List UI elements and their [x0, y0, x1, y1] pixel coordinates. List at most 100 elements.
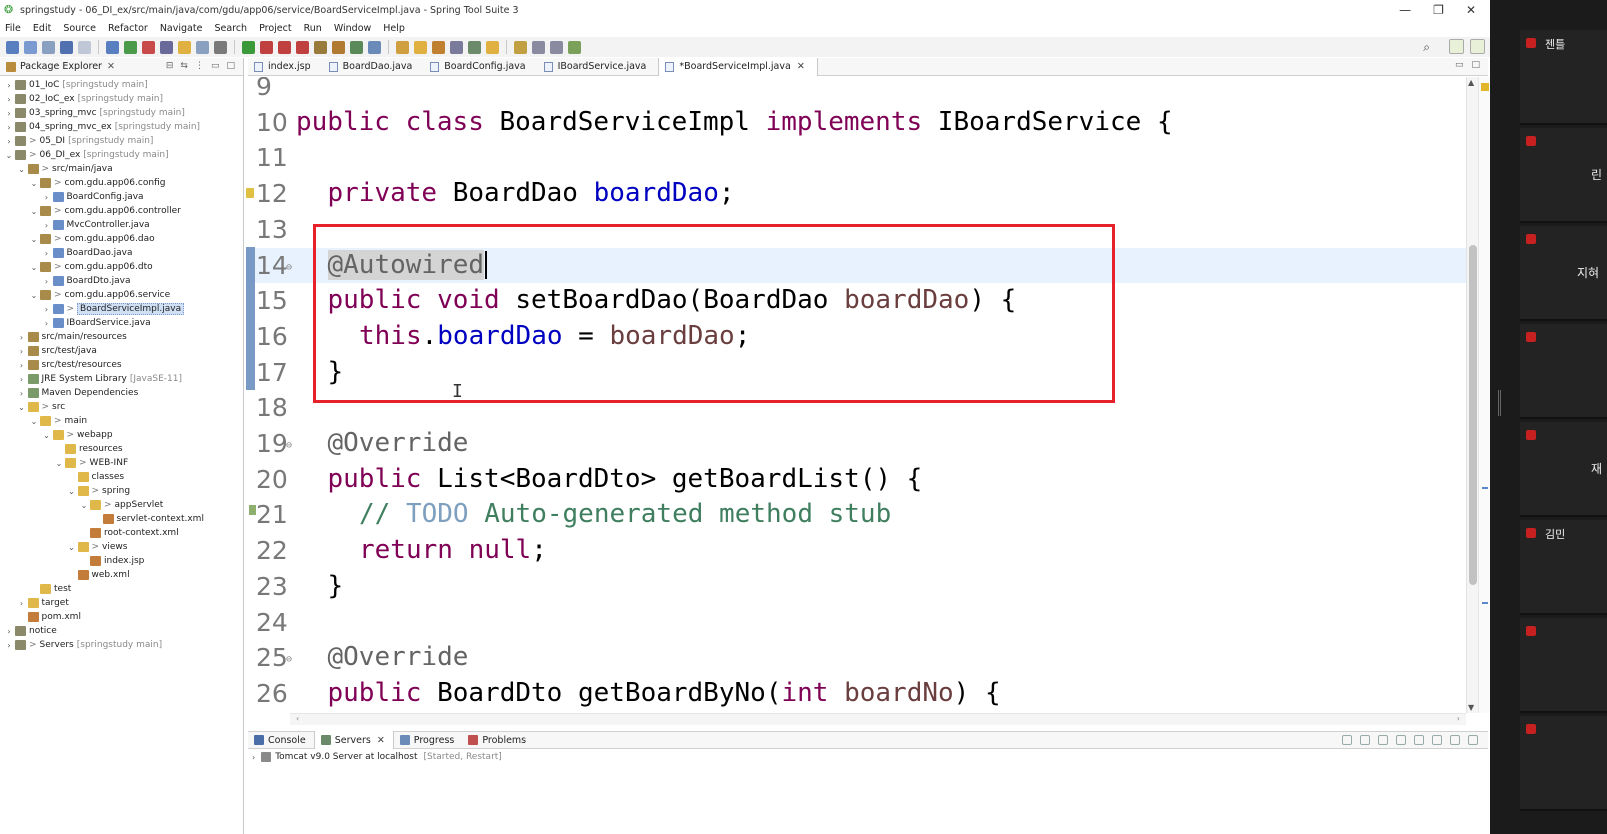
open-perspective-icon[interactable] — [1449, 39, 1464, 54]
menu-item-navigate[interactable]: Navigate — [160, 23, 203, 34]
tree-item[interactable]: › BoardDao.java — [0, 246, 243, 260]
tree-item[interactable]: › BoardDto.java — [0, 274, 243, 288]
participant-tile[interactable]: 린 — [1520, 128, 1607, 223]
toolbar-action-icon[interactable] — [468, 40, 481, 54]
code-line[interactable]: 17} — [246, 355, 1466, 391]
toolbar-action-icon[interactable] — [124, 40, 137, 54]
expand-icon[interactable]: › — [252, 753, 255, 762]
expand-chevron-icon[interactable]: › — [4, 109, 14, 118]
menu-item-help[interactable]: Help — [383, 23, 405, 34]
toolbar-action-icon[interactable] — [332, 40, 345, 54]
collapse-all-icon[interactable]: ⊟ — [166, 61, 174, 71]
debug-server-icon[interactable] — [1360, 735, 1370, 745]
tree-item[interactable]: ⌄ > com.gdu.app06.service — [0, 288, 243, 302]
code-line[interactable]: 9 — [246, 77, 1466, 105]
warning-marker-icon[interactable] — [1481, 83, 1489, 91]
toolbar-action-icon[interactable] — [486, 40, 499, 54]
tree-item[interactable]: ⌄ > src — [0, 400, 243, 414]
scroll-down-icon[interactable]: ▼ — [1468, 703, 1474, 712]
toolbar-action-icon[interactable] — [60, 40, 73, 54]
tree-item[interactable]: resources — [0, 442, 243, 456]
expand-chevron-icon[interactable]: › — [17, 333, 27, 342]
scroll-up-icon[interactable]: ▲ — [1468, 78, 1474, 87]
expand-chevron-icon[interactable]: › — [42, 305, 52, 314]
tree-item[interactable]: › src/test/resources — [0, 358, 243, 372]
tab-console[interactable]: Console — [248, 731, 314, 749]
editor-vertical-scrollbar[interactable]: ▲ ▼ — [1466, 77, 1478, 713]
tree-item[interactable]: ⌄ > main — [0, 414, 243, 428]
server-list-item[interactable]: › Tomcat v9.0 Server at localhost [Start… — [252, 750, 502, 764]
toolbar-action-icon[interactable] — [78, 40, 91, 54]
tree-item[interactable]: › IBoardService.java — [0, 316, 243, 330]
view-menu-icon[interactable]: ⋮ — [195, 61, 204, 71]
tree-item[interactable]: ⌄ > webapp — [0, 428, 243, 442]
collapse-chevron-icon[interactable]: ⌄ — [67, 487, 77, 496]
collapse-chevron-icon[interactable]: ⌄ — [17, 403, 27, 412]
minimize-icon[interactable]: ▭ — [211, 61, 220, 71]
tab-servers[interactable]: Servers ✕ — [313, 731, 394, 749]
expand-chevron-icon[interactable]: › — [4, 627, 14, 636]
code-line[interactable]: 22 return null; — [246, 533, 1466, 569]
warning-icon[interactable] — [246, 188, 254, 198]
toolbar-action-icon[interactable] — [260, 40, 273, 54]
occurrence-marker[interactable] — [1482, 487, 1488, 489]
spring-perspective-icon[interactable] — [1470, 39, 1485, 54]
resize-handle[interactable] — [1498, 390, 1501, 416]
collapse-chevron-icon[interactable]: ⌄ — [54, 459, 64, 468]
expand-chevron-icon[interactable]: › — [17, 361, 27, 370]
toolbar-action-icon[interactable] — [568, 40, 581, 54]
tree-item[interactable]: root-context.xml — [0, 526, 243, 540]
toolbar-action-icon[interactable] — [350, 40, 363, 54]
tree-item[interactable]: ⌄ > WEB-INF — [0, 456, 243, 470]
expand-chevron-icon[interactable]: › — [4, 95, 14, 104]
code-line[interactable]: 11 — [246, 140, 1466, 176]
toolbar-action-icon[interactable] — [396, 40, 409, 54]
tree-item[interactable]: ⌄ > spring — [0, 484, 243, 498]
tree-item[interactable]: ⌄ > com.gdu.app06.config — [0, 176, 243, 190]
tree-item[interactable]: web.xml — [0, 568, 243, 582]
participant-tile[interactable] — [1520, 716, 1607, 811]
toolbar-action-icon[interactable] — [160, 40, 173, 54]
tree-item[interactable]: test — [0, 582, 243, 596]
expand-chevron-icon[interactable]: › — [17, 599, 27, 608]
publish-icon[interactable] — [1432, 735, 1442, 745]
collapse-chevron-icon[interactable]: ⌄ — [4, 151, 14, 160]
menu-item-run[interactable]: Run — [304, 23, 322, 34]
expand-chevron-icon[interactable]: › — [42, 319, 52, 328]
tree-item[interactable]: › > Servers [springstudy main] — [0, 638, 243, 652]
menu-item-project[interactable]: Project — [259, 23, 292, 34]
collapse-chevron-icon[interactable]: ⌄ — [17, 165, 27, 174]
tree-item[interactable]: › notice — [0, 624, 243, 638]
menu-item-source[interactable]: Source — [63, 23, 96, 34]
minimize-icon[interactable] — [1450, 735, 1460, 745]
code-line[interactable]: 19 ⊖ @Override — [246, 426, 1466, 462]
collapse-chevron-icon[interactable]: ⌄ — [29, 291, 39, 300]
participant-tile[interactable] — [1520, 618, 1607, 713]
tree-item[interactable]: › BoardConfig.java — [0, 190, 243, 204]
collapse-chevron-icon[interactable]: ⌄ — [29, 263, 39, 272]
participant-tile[interactable]: 재 — [1520, 422, 1607, 517]
tree-item[interactable]: › JRE System Library [JavaSE-11] — [0, 372, 243, 386]
code-line[interactable]: 24 — [246, 605, 1466, 641]
stop-server-icon[interactable] — [1414, 735, 1424, 745]
minimize-button[interactable]: — — [1399, 0, 1411, 20]
code-line[interactable]: 12 private BoardDao boardDao; — [246, 176, 1466, 212]
tree-item[interactable]: ⌄ > com.gdu.app06.controller — [0, 204, 243, 218]
tree-item[interactable]: ⌄ > src/main/java — [0, 162, 243, 176]
tab-progress[interactable]: Progress — [394, 731, 463, 749]
toolbar-action-icon[interactable] — [42, 40, 55, 54]
code-editor[interactable]: 9 10 public class BoardServiceImpl impleme… — [246, 77, 1466, 713]
toolbar-action-icon[interactable] — [514, 40, 527, 54]
menu-item-refactor[interactable]: Refactor — [108, 23, 148, 34]
toolbar-action-icon[interactable] — [450, 40, 463, 54]
tree-item[interactable]: servlet-context.xml — [0, 512, 243, 526]
code-line[interactable]: 10 public class BoardServiceImpl implemen… — [246, 105, 1466, 141]
code-line[interactable]: 25 ⊖ @Override — [246, 640, 1466, 676]
tree-item[interactable]: › 04_spring_mvc_ex [springstudy main] — [0, 120, 243, 134]
code-line[interactable]: 18 — [246, 390, 1466, 426]
toolbar-action-icon[interactable] — [214, 40, 227, 54]
start-server-icon[interactable] — [1378, 735, 1388, 745]
collapse-chevron-icon[interactable]: ⌄ — [29, 235, 39, 244]
participant-tile[interactable]: 지혀 — [1520, 226, 1607, 321]
expand-chevron-icon[interactable]: › — [4, 137, 14, 146]
